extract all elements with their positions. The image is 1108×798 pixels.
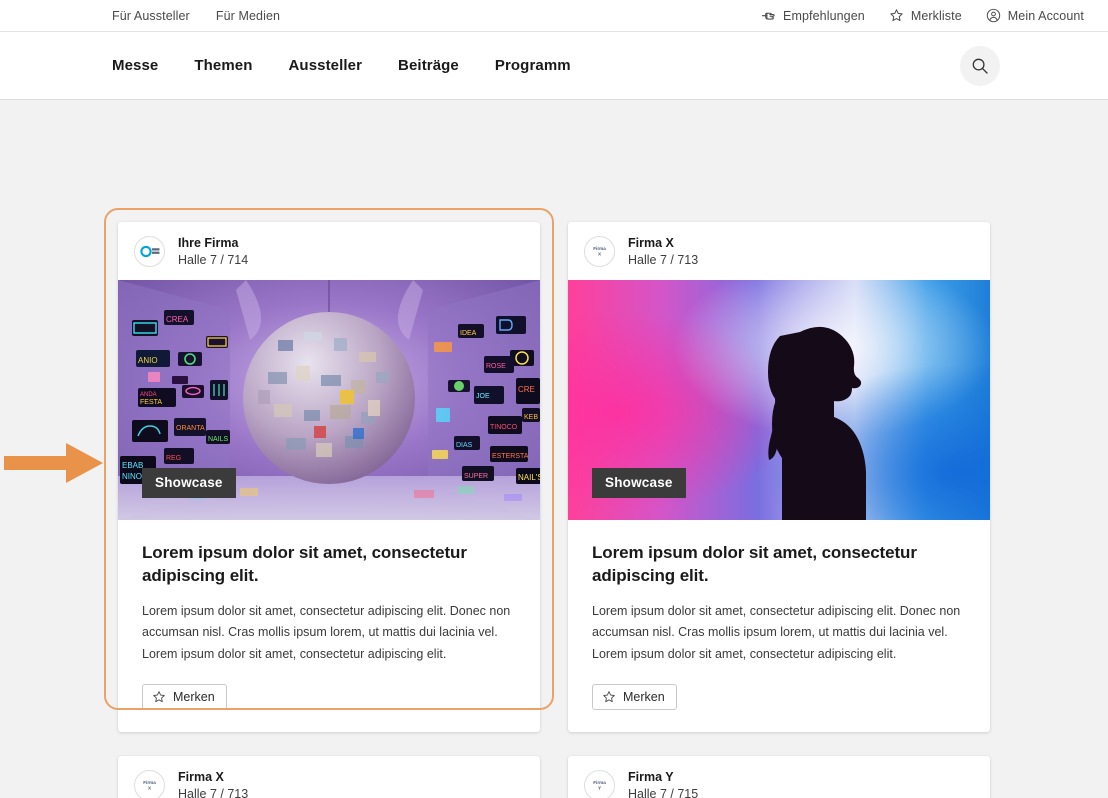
showcase-badge[interactable]: Showcase — [592, 468, 686, 498]
utility-item-merkliste[interactable]: Merkliste — [889, 8, 962, 23]
svg-text:SUPER: SUPER — [464, 473, 488, 480]
company-logo: Firma X — [134, 770, 165, 798]
main-nav-items: Messe Themen Aussteller Beiträge Program… — [112, 57, 571, 74]
content-area: Ihre Firma Halle 7 / 714 — [0, 100, 1108, 798]
nav-item-aussteller[interactable]: Aussteller — [289, 57, 363, 74]
company-hall: Halle 7 / 713 — [628, 252, 698, 269]
company-name: Ihre Firma — [178, 235, 248, 252]
star-outline-icon — [152, 690, 166, 704]
svg-text:Firma: Firma — [593, 246, 606, 251]
company-hall: Halle 7 / 713 — [178, 786, 248, 798]
arrow-right-icon — [4, 440, 104, 486]
showcase-badge[interactable]: Showcase — [142, 468, 236, 498]
company-info: Firma X Halle 7 / 713 — [178, 769, 248, 798]
svg-text:KEB: KEB — [524, 414, 538, 421]
exhibitor-card[interactable]: Ihre Firma Halle 7 / 714 — [118, 222, 540, 732]
nav-item-messe[interactable]: Messe — [112, 57, 158, 74]
utility-item-mein-account[interactable]: Mein Account — [986, 8, 1084, 23]
svg-text:ANIO: ANIO — [138, 356, 158, 365]
company-info: Firma X Halle 7 / 713 — [628, 235, 698, 268]
svg-text:X: X — [148, 786, 152, 791]
card-header: Firma X Firma X Halle 7 / 713 — [118, 756, 540, 798]
utility-bar: Für Aussteller Für Medien Empfehlungen M… — [0, 0, 1108, 32]
svg-text:NAILS: NAILS — [208, 436, 229, 443]
card-title: Lorem ipsum dolor sit amet, consectetur … — [142, 542, 516, 588]
company-logo — [134, 236, 165, 267]
company-info: Firma Y Halle 7 / 715 — [628, 769, 698, 798]
utility-item-empfehlungen[interactable]: Empfehlungen — [761, 8, 865, 23]
company-hall: Halle 7 / 715 — [628, 786, 698, 798]
svg-text:NINO: NINO — [122, 472, 142, 481]
utility-link-fuer-medien[interactable]: Für Medien — [216, 9, 280, 23]
pointing-hand-icon — [761, 8, 776, 23]
card-image[interactable]: Showcase — [568, 280, 990, 520]
svg-text:JOE: JOE — [476, 393, 490, 400]
company-logo: Firma Y — [584, 770, 615, 798]
card-description: Lorem ipsum dolor sit amet, consectetur … — [592, 601, 966, 666]
company-hall: Halle 7 / 714 — [178, 252, 248, 269]
merken-button[interactable]: Merken — [142, 684, 227, 710]
utility-label-empfehlungen: Empfehlungen — [783, 9, 865, 23]
exhibitor-card[interactable]: Firma X Firma X Halle 7 / 713 — [118, 756, 540, 798]
svg-text:NAIL'S: NAIL'S — [518, 473, 540, 482]
utility-label-merkliste: Merkliste — [911, 9, 962, 23]
company-name: Firma X — [628, 235, 698, 252]
svg-text:ESTERSTA: ESTERSTA — [492, 453, 529, 460]
card-header: Firma X Firma X Halle 7 / 713 — [568, 222, 990, 280]
utility-bar-left: Für Aussteller Für Medien — [112, 9, 280, 23]
card-title: Lorem ipsum dolor sit amet, consectetur … — [592, 542, 966, 588]
exhibitor-card[interactable]: Firma Y Firma Y Halle 7 / 715 — [568, 756, 990, 798]
utility-bar-right: Empfehlungen Merkliste Mein Account — [761, 8, 1092, 23]
card-grid: Ihre Firma Halle 7 / 714 — [118, 222, 990, 798]
star-outline-icon — [889, 8, 904, 23]
card-header: Ihre Firma Halle 7 / 714 — [118, 222, 540, 280]
svg-text:ANDA: ANDA — [140, 392, 157, 398]
card-body: Lorem ipsum dolor sit amet, consectetur … — [568, 520, 990, 732]
user-circle-icon — [986, 8, 1001, 23]
svg-text:DIAS: DIAS — [456, 442, 473, 449]
search-icon — [971, 57, 989, 75]
main-navigation: Messe Themen Aussteller Beiträge Program… — [0, 32, 1108, 100]
svg-text:ROSE: ROSE — [486, 363, 506, 370]
search-button[interactable] — [960, 46, 1000, 86]
company-logo: Firma X — [584, 236, 615, 267]
merken-button-label: Merken — [173, 690, 215, 704]
company-name: Firma X — [178, 769, 248, 786]
card-description: Lorem ipsum dolor sit amet, consectetur … — [142, 601, 516, 666]
utility-link-fuer-aussteller[interactable]: Für Aussteller — [112, 9, 190, 23]
merken-button-label: Merken — [623, 690, 665, 704]
nav-item-programm[interactable]: Programm — [495, 57, 571, 74]
svg-text:IDEA: IDEA — [460, 330, 477, 337]
svg-text:FESTA: FESTA — [140, 399, 162, 406]
svg-text:Firma: Firma — [143, 780, 156, 785]
company-info: Ihre Firma Halle 7 / 714 — [178, 235, 248, 268]
svg-text:CREA: CREA — [166, 315, 189, 324]
company-name: Firma Y — [628, 769, 698, 786]
merken-button[interactable]: Merken — [592, 684, 677, 710]
svg-text:CRE: CRE — [518, 385, 535, 394]
svg-text:ORANTA: ORANTA — [176, 425, 205, 432]
nav-item-beitraege[interactable]: Beiträge — [398, 57, 459, 74]
svg-text:REG: REG — [166, 455, 181, 462]
exhibitor-card[interactable]: Firma X Firma X Halle 7 / 713 — [568, 222, 990, 732]
nav-item-themen[interactable]: Themen — [194, 57, 252, 74]
card-body: Lorem ipsum dolor sit amet, consectetur … — [118, 520, 540, 732]
svg-text:Y: Y — [598, 786, 601, 791]
utility-label-mein-account: Mein Account — [1008, 9, 1084, 23]
svg-text:TINOCO: TINOCO — [490, 424, 518, 431]
star-outline-icon — [602, 690, 616, 704]
svg-text:Firma: Firma — [593, 780, 606, 785]
card-image[interactable]: CREA ANIO ANDAFESTA ORANTA REG EBABNINO … — [118, 280, 540, 520]
svg-text:X: X — [598, 251, 602, 256]
card-header: Firma Y Firma Y Halle 7 / 715 — [568, 756, 990, 798]
svg-text:EBAB: EBAB — [122, 461, 143, 470]
